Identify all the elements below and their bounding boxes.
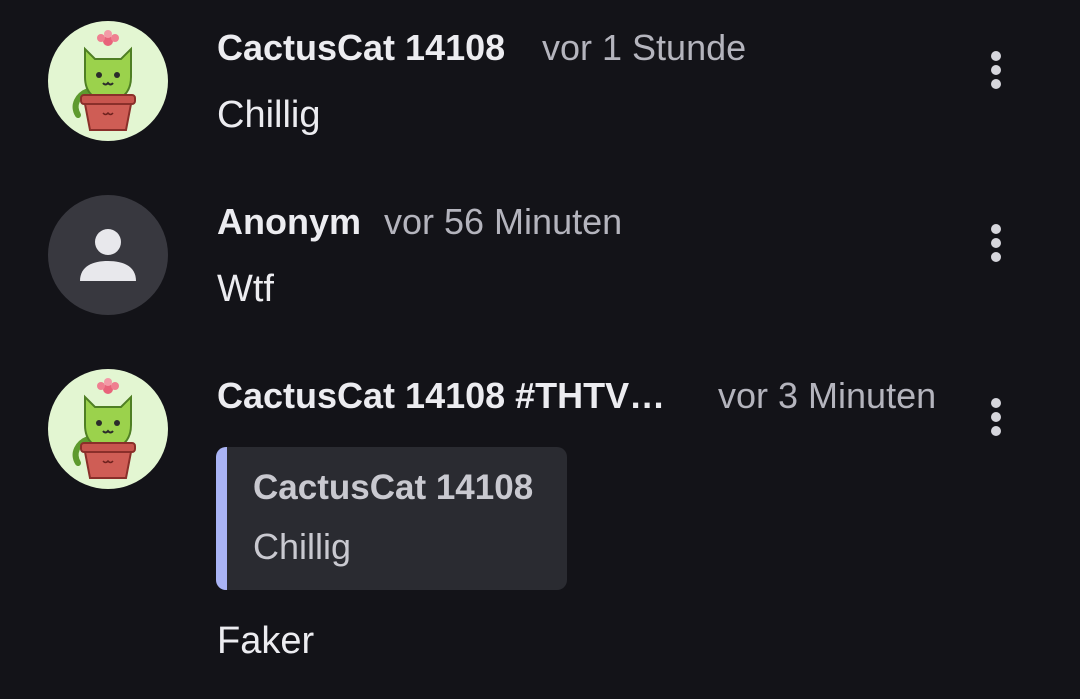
quoted-text: Chillig [253, 526, 352, 567]
quoted-reply[interactable]: CactusCat 14108 Chillig [216, 447, 567, 590]
comment-text: Wtf [217, 268, 274, 310]
comment-timestamp: vor 3 Minuten [718, 375, 937, 416]
more-vertical-icon[interactable] [978, 218, 1014, 268]
comment-timestamp: vor 1 Stunde [542, 27, 747, 68]
comment-author[interactable]: CactusCat 14108 [217, 27, 505, 69]
cactus-cat-avatar-icon[interactable] [48, 21, 168, 141]
more-vertical-icon[interactable] [978, 45, 1014, 95]
comment-author[interactable]: Anonym [217, 201, 361, 243]
comment-text: Chillig [217, 94, 321, 136]
cactus-cat-avatar-icon[interactable] [48, 369, 168, 489]
anonymous-user-icon[interactable] [48, 195, 168, 315]
quote-accent-bar [216, 447, 227, 590]
comment-timestamp: vor 56 Minuten [384, 201, 623, 242]
more-vertical-icon[interactable] [978, 392, 1014, 442]
quoted-author: CactusCat 14108 [253, 468, 534, 507]
comment-text: Faker [217, 620, 315, 662]
comment-author[interactable]: CactusCat 14108 #THTV… [217, 375, 665, 417]
